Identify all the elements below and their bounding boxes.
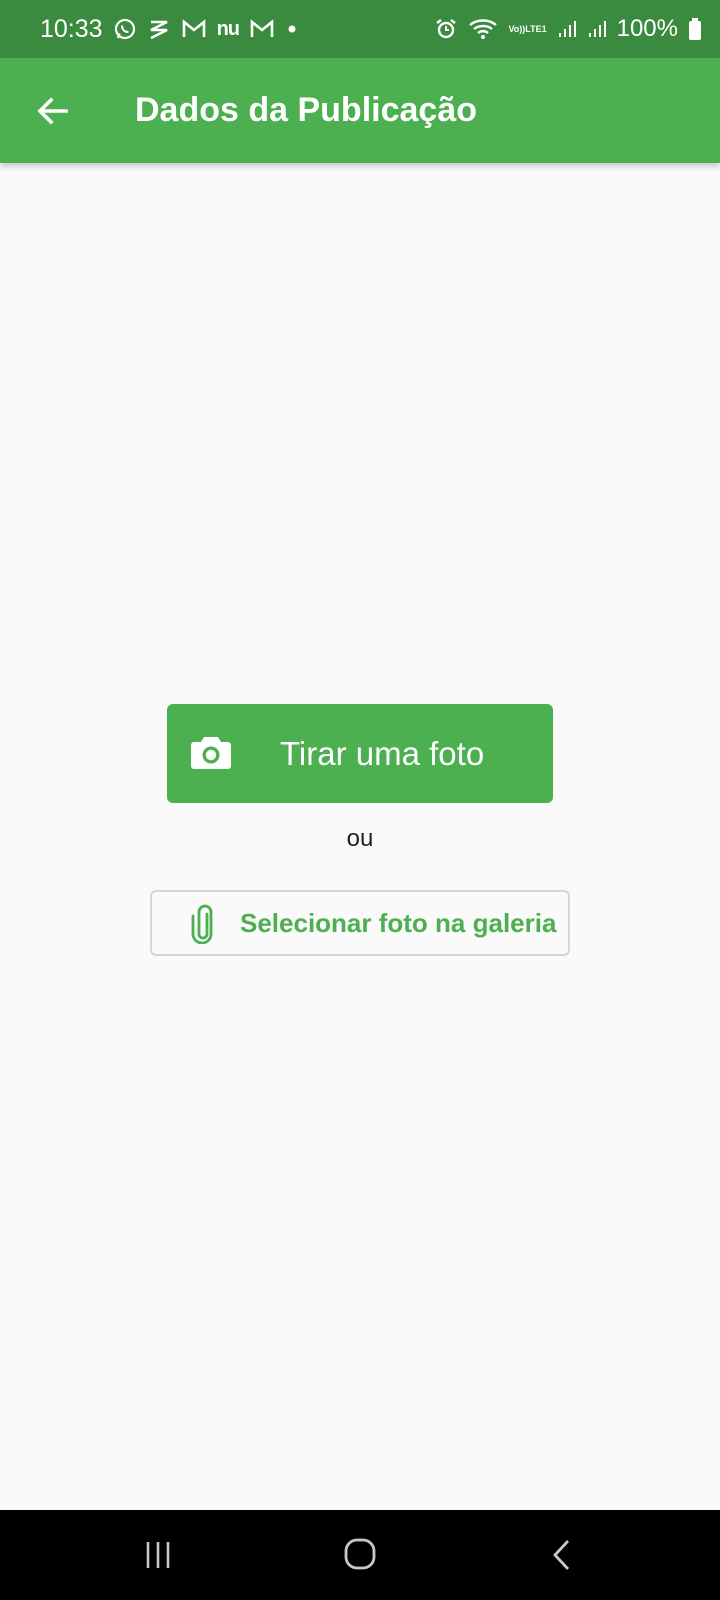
system-nav-bar	[0, 1510, 720, 1600]
nubank-icon: nu	[216, 17, 240, 40]
main-content: Tirar uma foto ou Selecionar foto na gal…	[0, 163, 720, 1510]
gmail-icon	[181, 18, 207, 40]
recent-apps-icon[interactable]	[144, 1540, 174, 1570]
volte-text: Vo))	[508, 23, 526, 34]
lte-text: LTE1	[525, 23, 547, 34]
signal-icon	[557, 19, 577, 39]
status-right: Vo)) LTE1 100%	[434, 15, 702, 43]
camera-icon	[191, 737, 231, 769]
select-from-gallery-button[interactable]: Selecionar foto na galeria	[150, 890, 570, 956]
stack-notification-icon	[147, 17, 171, 41]
page-title: Dados da Publicação	[135, 91, 477, 129]
back-button[interactable]	[24, 83, 80, 139]
battery-icon	[688, 17, 702, 41]
gallery-label: Selecionar foto na galeria	[240, 908, 557, 938]
status-left: 10:33 nu	[40, 15, 299, 44]
alarm-icon	[434, 17, 458, 41]
dot-icon	[285, 22, 299, 36]
or-separator-text: ou	[346, 825, 374, 852]
home-icon[interactable]	[343, 1537, 377, 1571]
take-photo-label: Tirar uma foto	[280, 735, 485, 772]
take-photo-button[interactable]: Tirar uma foto	[167, 704, 553, 803]
volte-lte-icon: Vo)) LTE1	[508, 23, 547, 34]
status-time: 10:33	[40, 14, 103, 43]
gmail-icon-2	[249, 18, 275, 40]
nav-back-icon[interactable]	[550, 1538, 574, 1572]
wifi-icon	[468, 17, 498, 41]
battery-percent: 100%	[616, 15, 678, 42]
app-bar: Dados da Publicação	[0, 58, 720, 163]
signal-icon-2	[587, 19, 607, 39]
whatsapp-icon	[113, 17, 137, 41]
status-bar: 10:33 nu Vo)) LTE1 100%	[0, 0, 720, 58]
arrow-back-icon	[37, 96, 68, 125]
paperclip-icon	[191, 904, 213, 944]
